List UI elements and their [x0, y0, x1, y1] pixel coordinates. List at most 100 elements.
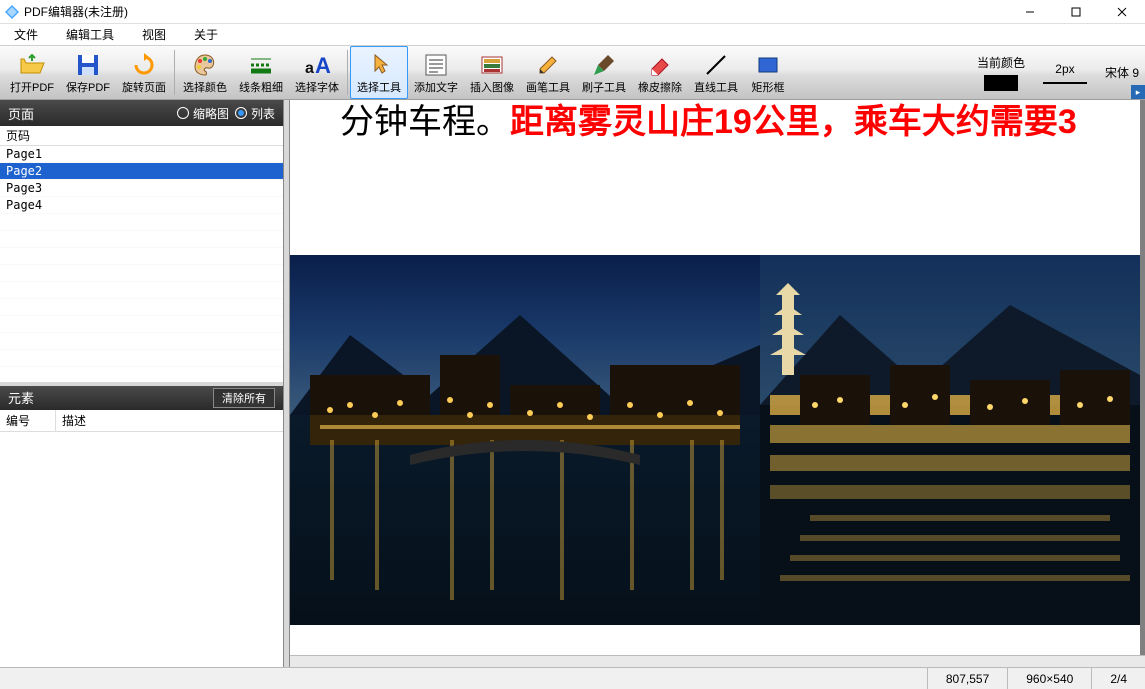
title-bar: PDF编辑器(未注册) — [0, 0, 1145, 24]
line-width-icon — [247, 51, 275, 79]
radio-thumbnail[interactable]: 缩略图 — [177, 105, 229, 122]
choose-color-label: 选择颜色 — [183, 79, 227, 95]
line-sample[interactable] — [1043, 82, 1087, 84]
line-width-button[interactable]: 线条粗细 — [233, 46, 289, 99]
font-icon: aA — [303, 51, 331, 79]
page-list-item[interactable]: Page2 — [0, 163, 283, 180]
eraser-icon — [646, 51, 674, 79]
menu-file[interactable]: 文件 — [10, 24, 42, 45]
window-title: PDF编辑器(未注册) — [24, 3, 1007, 20]
pages-panel-header: 页面 缩略图 列表 — [0, 100, 283, 126]
page-list-item[interactable] — [0, 299, 283, 316]
line-icon — [702, 51, 730, 79]
rect-frame-label: 矩形框 — [752, 79, 785, 95]
toolbar-overflow-button[interactable]: ▸ — [1131, 85, 1145, 99]
page-list-item[interactable]: Page4 — [0, 197, 283, 214]
clear-all-button[interactable]: 清除所有 — [213, 388, 275, 408]
page-list-item[interactable]: Page1 — [0, 146, 283, 163]
page-list-item[interactable] — [0, 214, 283, 231]
pen-icon — [534, 51, 562, 79]
radio-list[interactable]: 列表 — [235, 105, 275, 122]
rotate-page-button[interactable]: 旋转页面 — [116, 46, 172, 99]
save-pdf-label: 保存PDF — [66, 79, 110, 95]
elements-panel-header: 元素 清除所有 — [0, 386, 283, 410]
rect-frame-button[interactable]: 矩形框 — [744, 46, 792, 99]
image-icon — [478, 51, 506, 79]
rotate-page-label: 旋转页面 — [122, 79, 166, 95]
toolbar-separator — [174, 50, 175, 95]
rect-icon — [754, 51, 782, 79]
close-button[interactable] — [1099, 0, 1145, 23]
col-desc-header: 描述 — [56, 410, 283, 431]
svg-text:a: a — [305, 60, 314, 77]
document-text: 分钟车程。距离雾灵山庄19公里，乘车大约需要3 — [290, 100, 1140, 145]
pointer-icon — [365, 51, 393, 79]
app-icon — [4, 4, 20, 20]
radio-icon — [177, 107, 189, 119]
canvas-area[interactable]: 分钟车程。距离雾灵山庄19公里，乘车大约需要3 — [290, 100, 1145, 667]
line-px-label: 2px — [1055, 62, 1074, 76]
page-list[interactable]: Page1 Page2 Page3 Page4 — [0, 146, 283, 382]
page-list-item[interactable] — [0, 248, 283, 265]
document-image[interactable] — [290, 255, 760, 625]
maximize-button[interactable] — [1053, 0, 1099, 23]
radio-icon — [235, 107, 247, 119]
choose-color-button[interactable]: 选择颜色 — [177, 46, 233, 99]
minimize-button[interactable] — [1007, 0, 1053, 23]
brush-tool-label: 刷子工具 — [582, 79, 626, 95]
menu-bar: 文件 编辑工具 视图 关于 — [0, 24, 1145, 46]
radio-list-label: 列表 — [251, 105, 275, 122]
pen-tool-label: 画笔工具 — [526, 79, 570, 95]
menu-edit-tools[interactable]: 编辑工具 — [62, 24, 118, 45]
palette-icon — [191, 51, 219, 79]
page-list-item[interactable]: Page3 — [0, 180, 283, 197]
page-view[interactable]: 分钟车程。距离雾灵山庄19公里，乘车大约需要3 — [290, 100, 1140, 660]
doc-text-black: 分钟车程。 — [340, 103, 510, 141]
col-id-header: 编号 — [0, 410, 56, 431]
line-tool-button[interactable]: 直线工具 — [688, 46, 744, 99]
folder-open-icon — [18, 51, 46, 79]
add-text-button[interactable]: 添加文字 — [408, 46, 464, 99]
pages-title: 页面 — [8, 104, 34, 123]
select-tool-label: 选择工具 — [357, 79, 401, 95]
line-width-label: 线条粗细 — [239, 79, 283, 95]
eraser-label: 橡皮擦除 — [638, 79, 682, 95]
current-color-swatch[interactable] — [984, 75, 1018, 91]
page-list-item[interactable] — [0, 265, 283, 282]
page-list-item[interactable] — [0, 316, 283, 333]
open-pdf-label: 打开PDF — [10, 79, 54, 95]
document-image[interactable] — [760, 255, 1140, 625]
page-list-item[interactable] — [0, 333, 283, 350]
line-tool-label: 直线工具 — [694, 79, 738, 95]
select-tool-button[interactable]: 选择工具 — [350, 46, 408, 99]
page-list-item[interactable] — [0, 350, 283, 367]
menu-view[interactable]: 视图 — [138, 24, 170, 45]
status-bar: 807,557 960×540 2/4 — [0, 667, 1145, 689]
open-pdf-button[interactable]: 打开PDF — [4, 46, 60, 99]
doc-text-red: 距离雾灵山庄19公里，乘车大约需要3 — [510, 103, 1077, 141]
status-coord: 807,557 — [927, 668, 1007, 689]
pen-tool-button[interactable]: 画笔工具 — [520, 46, 576, 99]
text-lines-icon — [422, 51, 450, 79]
eraser-button[interactable]: 橡皮擦除 — [632, 46, 688, 99]
toolbar-separator — [347, 50, 348, 95]
choose-font-button[interactable]: aA 选择字体 — [289, 46, 345, 99]
svg-text:A: A — [315, 53, 331, 78]
brush-tool-button[interactable]: 刷子工具 — [576, 46, 632, 99]
page-code-header: 页码 — [6, 127, 30, 144]
page-list-item[interactable] — [0, 231, 283, 248]
menu-about[interactable]: 关于 — [190, 24, 222, 45]
font-sample-label[interactable]: 宋体 9 — [1105, 64, 1139, 81]
save-pdf-button[interactable]: 保存PDF — [60, 46, 116, 99]
page-list-item[interactable] — [0, 282, 283, 299]
brush-icon — [590, 51, 618, 79]
elements-table-header: 编号 描述 — [0, 410, 283, 432]
rotate-icon — [130, 51, 158, 79]
insert-image-label: 插入图像 — [470, 79, 514, 95]
horizontal-scrollbar[interactable] — [290, 655, 1145, 667]
elements-title: 元素 — [8, 388, 34, 407]
elements-table-body[interactable] — [0, 432, 283, 668]
choose-font-label: 选择字体 — [295, 79, 339, 95]
insert-image-button[interactable]: 插入图像 — [464, 46, 520, 99]
page-list-item[interactable] — [0, 367, 283, 382]
